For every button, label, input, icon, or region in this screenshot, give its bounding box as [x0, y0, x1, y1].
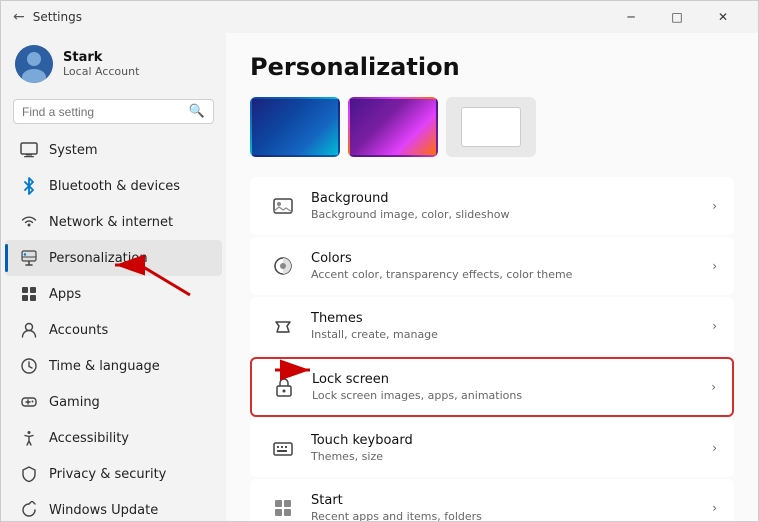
sidebar-item-accounts[interactable]: Accounts	[5, 312, 222, 348]
themes-desc: Install, create, manage	[311, 328, 712, 341]
settings-list: Background Background image, color, slid…	[250, 177, 734, 521]
window-title: Settings	[33, 10, 82, 24]
window-controls: ─ □ ✕	[608, 1, 746, 33]
titlebar-left: ← Settings	[13, 9, 82, 25]
sidebar-item-time[interactable]: Time & language	[5, 348, 222, 384]
sidebar-label-accounts: Accounts	[49, 323, 108, 338]
user-name: Stark	[63, 50, 139, 65]
settings-window: ← Settings ─ □ ✕ Stark	[0, 0, 759, 522]
lock-screen-chevron: ›	[711, 380, 716, 394]
sidebar-item-update[interactable]: Windows Update	[5, 492, 222, 521]
apps-icon	[19, 284, 39, 304]
main-content: Personalization Background Background	[226, 33, 758, 521]
close-button[interactable]: ✕	[700, 1, 746, 33]
personalization-icon	[19, 248, 39, 268]
accounts-icon	[19, 320, 39, 340]
search-icon: 🔍	[189, 104, 205, 119]
colors-desc: Accent color, transparency effects, colo…	[311, 268, 712, 281]
minimize-button[interactable]: ─	[608, 1, 654, 33]
sidebar-label-apps: Apps	[49, 287, 81, 302]
themes-text: Themes Install, create, manage	[311, 311, 712, 341]
sidebar-nav: System Bluetooth & devices Network & int…	[1, 132, 226, 521]
colors-chevron: ›	[712, 259, 717, 273]
user-info: Stark Local Account	[63, 50, 139, 78]
search-box[interactable]: 🔍	[13, 99, 214, 124]
theme-previews	[250, 97, 734, 157]
background-desc: Background image, color, slideshow	[311, 208, 712, 221]
content-area: Stark Local Account 🔍 System	[1, 33, 758, 521]
sidebar-label-accessibility: Accessibility	[49, 431, 129, 446]
sidebar-label-bluetooth: Bluetooth & devices	[49, 179, 180, 194]
accessibility-icon	[19, 428, 39, 448]
theme-preview-1[interactable]	[250, 97, 340, 157]
sidebar-label-time: Time & language	[49, 359, 160, 374]
search-input[interactable]	[22, 105, 183, 119]
settings-item-touch-keyboard[interactable]: Touch keyboard Themes, size ›	[250, 419, 734, 477]
touch-keyboard-text: Touch keyboard Themes, size	[311, 433, 712, 463]
sidebar-label-system: System	[49, 143, 97, 158]
colors-icon	[267, 250, 299, 282]
sidebar-label-personalization: Personalization	[49, 251, 148, 266]
start-title: Start	[311, 493, 712, 508]
settings-item-colors[interactable]: Colors Accent color, transparency effect…	[250, 237, 734, 295]
sidebar-item-network[interactable]: Network & internet	[5, 204, 222, 240]
themes-title: Themes	[311, 311, 712, 326]
touch-keyboard-desc: Themes, size	[311, 450, 712, 463]
avatar	[15, 45, 53, 83]
colors-title: Colors	[311, 251, 712, 266]
sidebar-label-network: Network & internet	[49, 215, 173, 230]
sidebar-item-bluetooth[interactable]: Bluetooth & devices	[5, 168, 222, 204]
page-title: Personalization	[250, 53, 734, 81]
background-icon	[267, 190, 299, 222]
lock-screen-desc: Lock screen images, apps, animations	[312, 389, 711, 402]
settings-item-lock-screen[interactable]: Lock screen Lock screen images, apps, an…	[250, 357, 734, 417]
privacy-icon	[19, 464, 39, 484]
user-type: Local Account	[63, 65, 139, 78]
network-icon	[19, 212, 39, 232]
theme-preview-3-inner	[461, 107, 521, 147]
settings-item-start[interactable]: Start Recent apps and items, folders ›	[250, 479, 734, 521]
start-chevron: ›	[712, 501, 717, 515]
avatar-svg	[15, 45, 53, 83]
settings-item-background[interactable]: Background Background image, color, slid…	[250, 177, 734, 235]
sidebar-item-privacy[interactable]: Privacy & security	[5, 456, 222, 492]
background-text: Background Background image, color, slid…	[311, 191, 712, 221]
sidebar-item-system[interactable]: System	[5, 132, 222, 168]
maximize-button[interactable]: □	[654, 1, 700, 33]
themes-icon	[267, 310, 299, 342]
lock-screen-title: Lock screen	[312, 372, 711, 387]
sidebar-label-privacy: Privacy & security	[49, 467, 166, 482]
theme-preview-2[interactable]	[348, 97, 438, 157]
background-chevron: ›	[712, 199, 717, 213]
themes-chevron: ›	[712, 319, 717, 333]
sidebar-item-accessibility[interactable]: Accessibility	[5, 420, 222, 456]
colors-text: Colors Accent color, transparency effect…	[311, 251, 712, 281]
system-icon	[19, 140, 39, 160]
sidebar-item-apps[interactable]: Apps	[5, 276, 222, 312]
lock-screen-icon	[268, 371, 300, 403]
touch-keyboard-title: Touch keyboard	[311, 433, 712, 448]
sidebar: Stark Local Account 🔍 System	[1, 33, 226, 521]
background-title: Background	[311, 191, 712, 206]
touch-keyboard-chevron: ›	[712, 441, 717, 455]
start-text: Start Recent apps and items, folders	[311, 493, 712, 521]
sidebar-label-update: Windows Update	[49, 503, 158, 518]
time-icon	[19, 356, 39, 376]
touch-keyboard-icon	[267, 432, 299, 464]
lock-screen-text: Lock screen Lock screen images, apps, an…	[312, 372, 711, 402]
user-section[interactable]: Stark Local Account	[1, 33, 226, 95]
titlebar: ← Settings ─ □ ✕	[1, 1, 758, 33]
bluetooth-icon	[19, 176, 39, 196]
sidebar-item-gaming[interactable]: Gaming	[5, 384, 222, 420]
sidebar-label-gaming: Gaming	[49, 395, 100, 410]
gaming-icon	[19, 392, 39, 412]
settings-item-themes[interactable]: Themes Install, create, manage ›	[250, 297, 734, 355]
start-desc: Recent apps and items, folders	[311, 510, 712, 521]
back-button[interactable]: ←	[13, 9, 25, 25]
start-icon	[267, 492, 299, 521]
sidebar-item-personalization[interactable]: Personalization	[5, 240, 222, 276]
update-icon	[19, 500, 39, 520]
theme-preview-3[interactable]	[446, 97, 536, 157]
